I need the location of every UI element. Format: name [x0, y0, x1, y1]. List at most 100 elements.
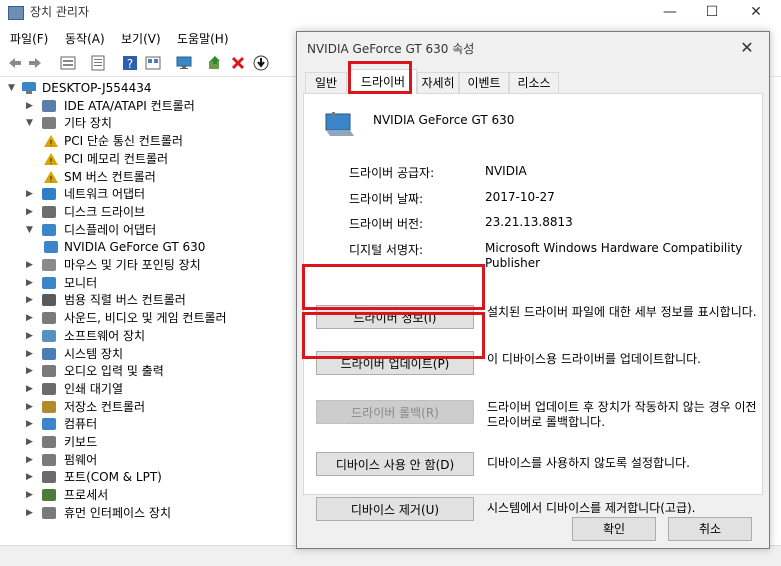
menu-action[interactable]: 동작(A)	[65, 30, 105, 47]
expand-arrow-icon[interactable]: ▶	[26, 292, 38, 309]
update-driver-icon[interactable]	[207, 55, 223, 71]
maximize-button[interactable]: ☐	[692, 0, 732, 24]
ok-button[interactable]: 확인	[572, 517, 656, 541]
tree-item-label: 네트워크 어댑터	[64, 187, 146, 201]
expand-arrow-icon[interactable]: ▶	[26, 399, 38, 416]
collapse-arrow-icon[interactable]: ▼	[26, 115, 38, 132]
tree-item-label: PCI 단순 통신 컨트롤러	[64, 134, 183, 148]
expand-arrow-icon[interactable]: ▶	[26, 328, 38, 345]
monitor-icon[interactable]	[176, 55, 192, 71]
display-adapter-icon	[44, 241, 58, 253]
expand-arrow-icon[interactable]: ▶	[26, 346, 38, 363]
properties-dialog: NVIDIA GeForce GT 630 속성 ✕ 일반 드라이버 자세히 이…	[296, 31, 770, 549]
warning-device-icon: !	[44, 171, 58, 184]
other-devices-icon	[42, 117, 56, 129]
tree-item-label: 프로세서	[64, 488, 109, 502]
expand-arrow-icon[interactable]: ▶	[26, 275, 38, 292]
display-adapter-icon	[325, 112, 354, 136]
svg-text:!: !	[49, 157, 52, 165]
tree-item-label: 시스템 장치	[64, 347, 124, 361]
driver-details-desc: 설치된 드라이버 파일에 대한 세부 정보를 표시합니다.	[487, 305, 757, 319]
tree-item-label: 디스크 드라이브	[64, 205, 146, 219]
expand-arrow-icon[interactable]: ▶	[26, 204, 38, 221]
digital-signer-label: 디지털 서명자:	[349, 243, 424, 257]
tree-root-label: DESKTOP-J554434	[42, 81, 152, 95]
tree-item-label: PCI 메모리 컨트롤러	[64, 152, 169, 166]
device-tree: ▼ DESKTOP-J554434 ▶ IDE ATA/ATAPI 컨트롤러 ▼ 기타…	[0, 80, 300, 545]
firmware-icon	[42, 454, 56, 466]
software-device-icon	[42, 330, 56, 342]
warning-device-icon: !	[44, 153, 58, 166]
system-device-icon	[42, 348, 56, 360]
driver-version-label: 드라이버 버전:	[349, 217, 424, 231]
tree-item-label: 포트(COM & LPT)	[64, 470, 162, 484]
tree-item-label: IDE ATA/ATAPI 컨트롤러	[64, 99, 195, 113]
disable-device-button[interactable]: 디바이스 사용 안 함(D)	[316, 452, 474, 476]
help-icon[interactable]: ?	[122, 55, 138, 71]
expand-arrow-icon[interactable]: ▶	[26, 310, 38, 327]
tab-events[interactable]: 이벤트	[459, 72, 509, 93]
expand-arrow-icon[interactable]: ▶	[26, 469, 38, 486]
tree-item-label: 저장소 컨트롤러	[64, 400, 146, 414]
expand-arrow-icon[interactable]: ▶	[26, 487, 38, 504]
monitor-icon	[42, 277, 56, 289]
ide-controller-icon	[42, 100, 56, 112]
tree-item-label: 기타 장치	[64, 116, 112, 130]
rollback-driver-desc: 드라이버 업데이트 후 장치가 작동하지 않는 경우 이전 드라이버로 롤백합니…	[487, 400, 757, 429]
tab-details[interactable]: 자세히	[417, 72, 459, 93]
tree-item-label: 사운드, 비디오 및 게임 컨트롤러	[64, 311, 227, 325]
tree-item-label: 마우스 및 기타 포인팅 장치	[64, 258, 201, 272]
back-arrow-icon[interactable]	[7, 55, 23, 71]
expand-arrow-icon[interactable]: ▶	[26, 363, 38, 380]
app-icon	[8, 6, 24, 20]
mouse-icon	[42, 259, 56, 271]
tree-item-label: 디스플레이 어댑터	[64, 223, 157, 237]
storage-controller-icon	[42, 401, 56, 413]
device-list-icon[interactable]	[90, 55, 106, 71]
tab-general[interactable]: 일반	[305, 72, 347, 93]
audio-icon	[42, 365, 56, 377]
expand-arrow-icon[interactable]: ▶	[26, 98, 38, 115]
menu-view[interactable]: 보기(V)	[121, 30, 161, 47]
tree-item-label: 오디오 입력 및 출력	[64, 364, 164, 378]
svg-text:?: ?	[127, 57, 133, 71]
driver-version-value: 23.21.13.8813	[485, 215, 573, 229]
update-driver-desc: 이 디바이스용 드라이버를 업데이트합니다.	[487, 352, 701, 366]
forward-arrow-icon[interactable]	[27, 55, 43, 71]
menu-file[interactable]: 파일(F)	[10, 30, 48, 47]
expand-arrow-icon[interactable]: ▶	[26, 505, 38, 522]
tree-item-label: 키보드	[64, 435, 98, 449]
cancel-button[interactable]: 취소	[668, 517, 752, 541]
driver-details-highlight	[302, 264, 485, 310]
tree-item-label: SM 버스 컨트롤러	[64, 170, 156, 184]
expand-arrow-icon[interactable]: ▶	[26, 257, 38, 274]
menu-help[interactable]: 도움말(H)	[177, 30, 229, 47]
driver-date-label: 드라이버 날짜:	[349, 192, 424, 206]
collapse-arrow-icon[interactable]: ▼	[26, 222, 38, 239]
driver-tab-highlight	[348, 61, 412, 94]
collapse-arrow-icon[interactable]: ▼	[8, 80, 20, 97]
uninstall-icon[interactable]	[230, 55, 246, 71]
properties-icon[interactable]	[60, 55, 76, 71]
dialog-close-button[interactable]: ✕	[735, 36, 759, 60]
uninstall-device-button[interactable]: 디바이스 제거(U)	[316, 497, 474, 521]
dialog-title: NVIDIA GeForce GT 630 속성	[307, 42, 475, 56]
view-icon[interactable]	[145, 55, 161, 71]
tab-resources[interactable]: 리소스	[509, 72, 559, 93]
rollback-driver-button[interactable]: 드라이버 롤백(R)	[316, 400, 474, 424]
minimize-button[interactable]: —	[650, 0, 690, 24]
expand-arrow-icon[interactable]: ▶	[26, 381, 38, 398]
printer-icon	[42, 383, 56, 395]
hid-icon	[42, 507, 56, 519]
close-button[interactable]: ✕	[736, 0, 776, 24]
uninstall-device-desc: 시스템에서 디바이스를 제거합니다(고급).	[487, 501, 696, 515]
speaker-icon	[42, 312, 56, 324]
expand-arrow-icon[interactable]: ▶	[26, 434, 38, 451]
download-icon[interactable]	[253, 55, 269, 71]
warning-device-icon: !	[44, 135, 58, 148]
expand-arrow-icon[interactable]: ▶	[26, 452, 38, 469]
driver-date-value: 2017-10-27	[485, 190, 555, 204]
expand-arrow-icon[interactable]: ▶	[26, 186, 38, 203]
expand-arrow-icon[interactable]: ▶	[26, 416, 38, 433]
tree-item-label: 컴퓨터	[64, 417, 98, 431]
